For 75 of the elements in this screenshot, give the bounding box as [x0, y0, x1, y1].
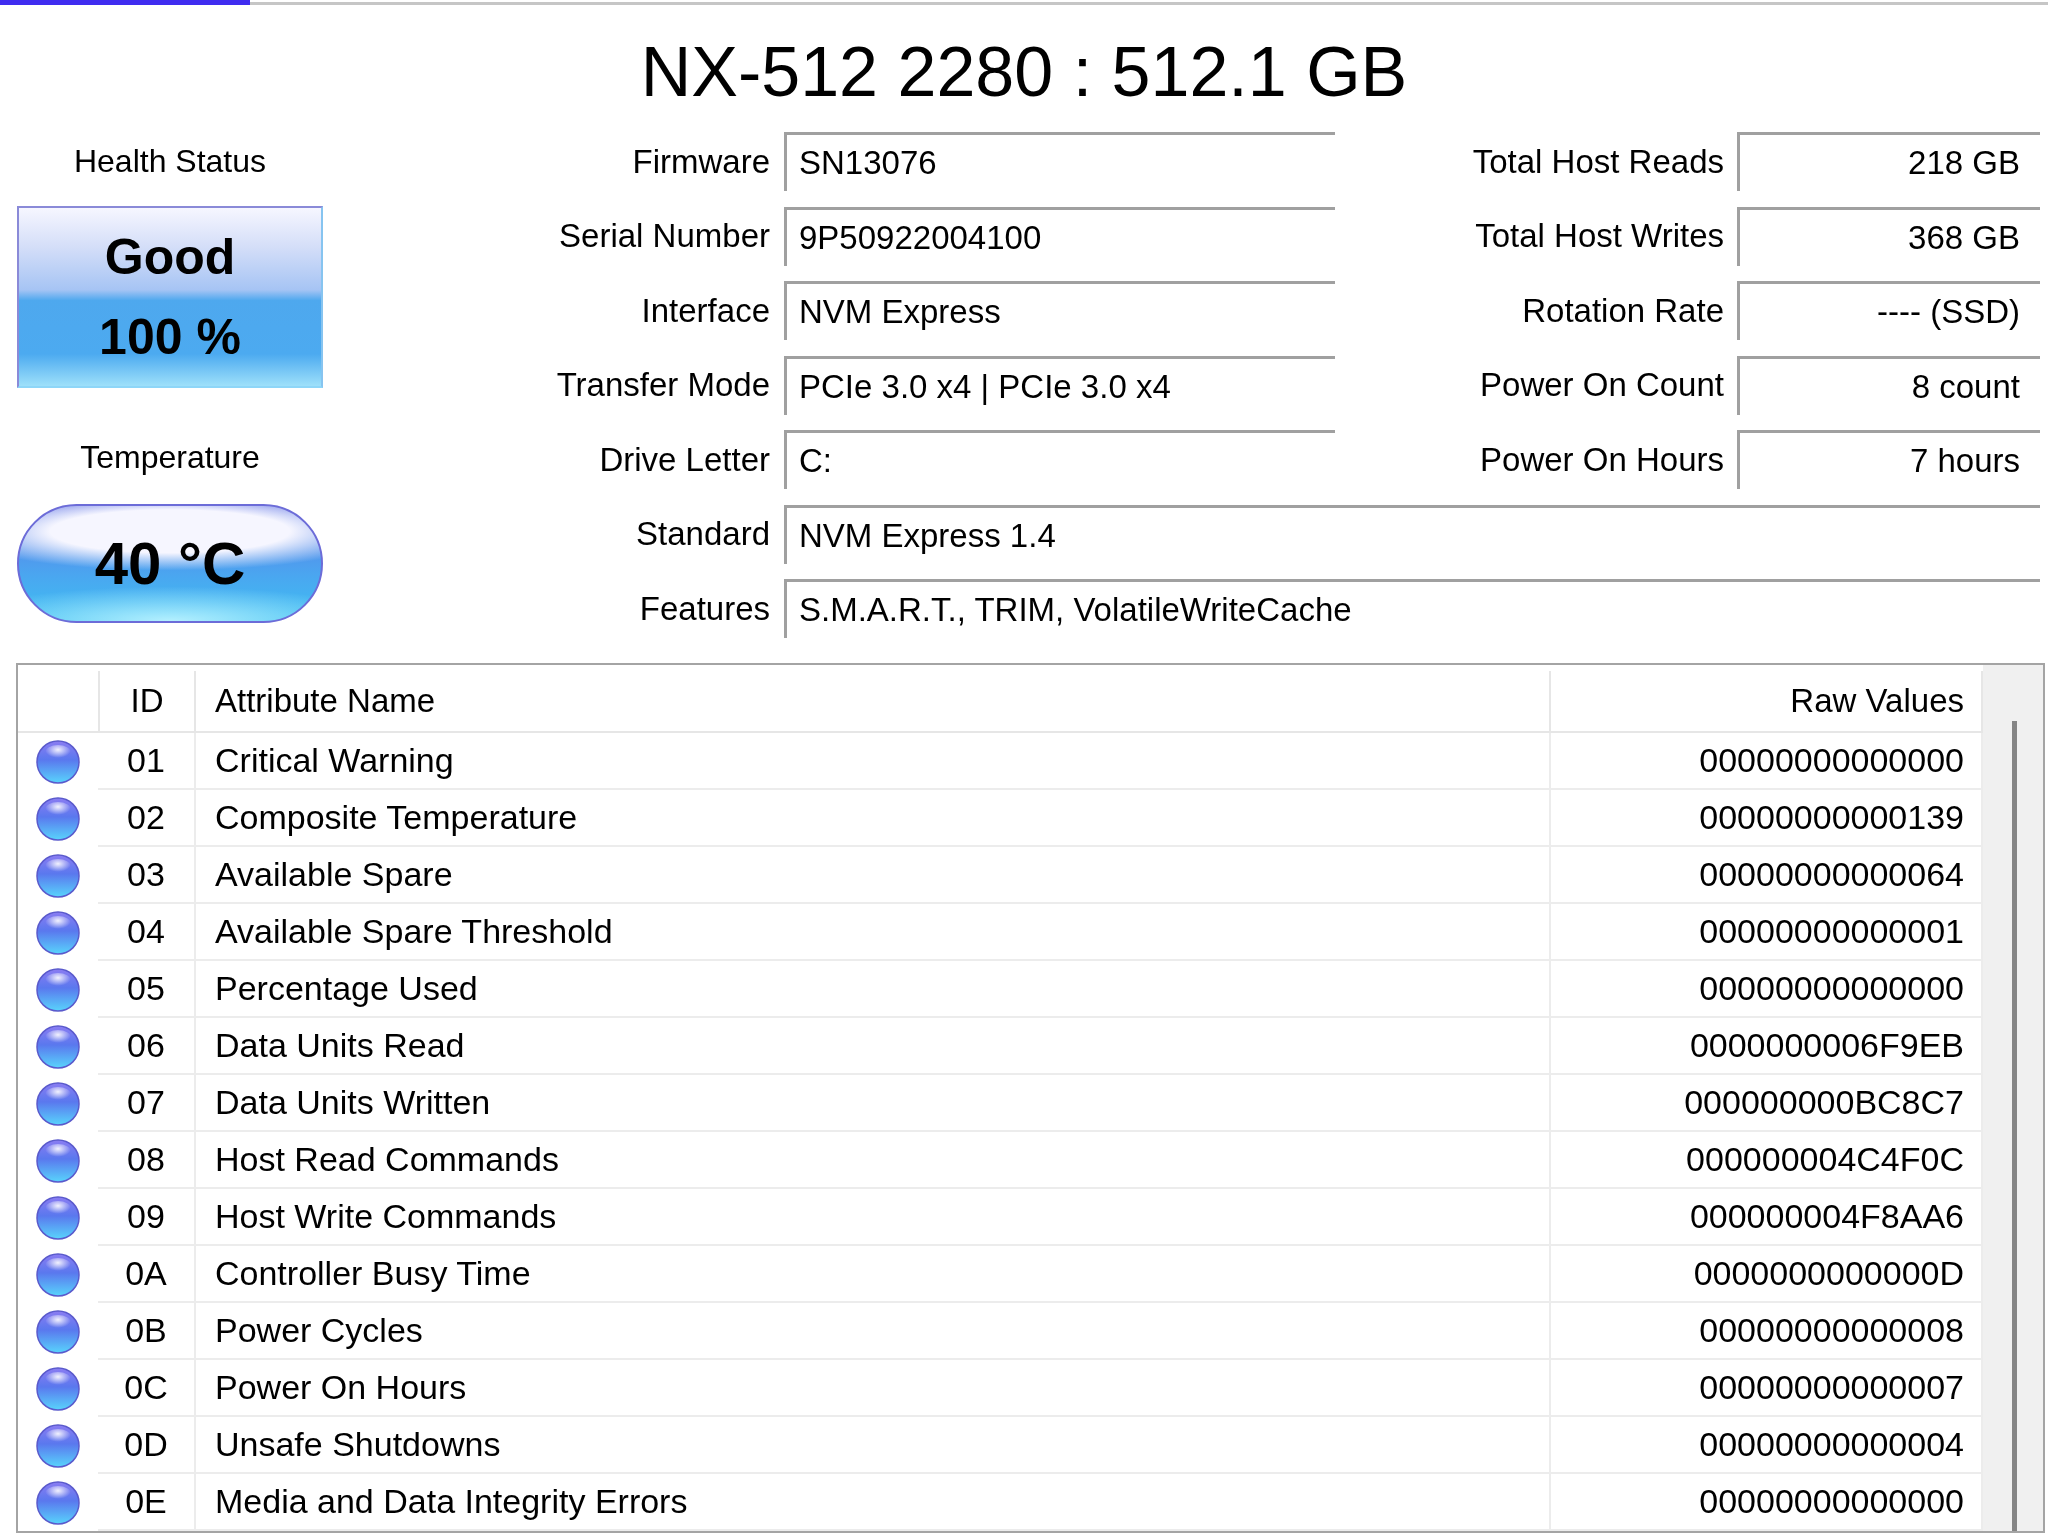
attribute-id: 01	[98, 733, 196, 790]
status-dot-icon	[36, 1423, 80, 1468]
value-field: 9P50922004100	[784, 206, 1335, 266]
attribute-name: Available Spare	[196, 847, 1551, 904]
field-label: Power On Hours	[1479, 439, 1725, 480]
attribute-id: 07	[98, 1075, 196, 1132]
field-label: Total Host Writes	[1474, 216, 1725, 256]
status-dot-icon	[36, 1024, 80, 1069]
status-dot-icon	[36, 739, 80, 784]
attribute-name: Host Read Commands	[196, 1132, 1551, 1189]
attribute-name: Critical Warning	[196, 733, 1551, 790]
status-dot-icon	[36, 796, 80, 841]
column-header[interactable]: Attribute Name	[196, 671, 1551, 731]
field-label: Firmware	[631, 141, 771, 182]
value-field: 8 count	[1737, 355, 2040, 415]
drive-title: NX-512 2280 : 512.1 GB	[640, 32, 1408, 113]
attribute-id: 02	[98, 790, 196, 847]
status-dot-icon	[36, 1081, 80, 1126]
attribute-name: Power Cycles	[196, 1303, 1551, 1360]
status-dot-icon	[36, 1480, 80, 1525]
value-field: S.M.A.R.T., TRIM, VolatileWriteCache	[784, 579, 2040, 638]
field-label: Rotation Rate	[1521, 290, 1725, 331]
value-field: PCIe 3.0 x4 | PCIe 3.0 x4	[784, 355, 1335, 415]
scrollbar-thumb[interactable]	[2012, 721, 2017, 1531]
field-label: Interface	[640, 290, 771, 331]
value-field: 218 GB	[1737, 132, 2040, 191]
field-label: Drive Letter	[598, 439, 771, 480]
attribute-name: Data Units Read	[196, 1018, 1551, 1075]
attribute-id: 0C	[98, 1360, 196, 1417]
field-label: Power On Count	[1479, 365, 1725, 405]
attribute-id: 04	[98, 904, 196, 961]
value-field: ---- (SSD)	[1737, 281, 2040, 340]
value-field: C:	[784, 430, 1335, 489]
column-header[interactable]: ID	[98, 671, 196, 731]
field-label: Serial Number	[558, 216, 771, 256]
value-field: 368 GB	[1737, 206, 2040, 266]
status-dot-icon	[36, 1366, 80, 1411]
attribute-id: 09	[98, 1189, 196, 1246]
attribute-id: 08	[98, 1132, 196, 1189]
temperature-button[interactable]: 40 °C	[17, 504, 323, 623]
attribute-name: Unsafe Shutdowns	[196, 1417, 1551, 1474]
attribute-id: 06	[98, 1018, 196, 1075]
status-dot-icon	[36, 910, 80, 955]
attribute-id: 0B	[98, 1303, 196, 1360]
attribute-id: 0A	[98, 1246, 196, 1303]
status-dot-icon	[36, 1195, 80, 1240]
field-label: Features	[638, 588, 771, 629]
status-dot-icon	[36, 967, 80, 1012]
field-label: Transfer Mode	[555, 365, 771, 405]
attribute-id: 0E	[98, 1474, 196, 1531]
attribute-name: Media and Data Integrity Errors	[196, 1474, 1551, 1531]
section-label: Temperature	[80, 438, 260, 477]
field-label: Standard	[635, 514, 771, 554]
status-dot-icon	[36, 1252, 80, 1297]
attribute-id: 0D	[98, 1417, 196, 1474]
status-dot-icon	[36, 1138, 80, 1183]
attribute-name: Available Spare Threshold	[196, 904, 1551, 961]
attribute-name: Data Units Written	[196, 1075, 1551, 1132]
value-field: 7 hours	[1737, 430, 2040, 489]
attribute-name: Power On Hours	[196, 1360, 1551, 1417]
field-label: Total Host Reads	[1471, 141, 1725, 182]
value-field: SN13076	[784, 132, 1335, 191]
attribute-id: 05	[98, 961, 196, 1018]
attribute-name: Percentage Used	[196, 961, 1551, 1018]
scrollbar[interactable]	[1983, 665, 2043, 1531]
value-field: NVM Express 1.4	[784, 504, 2040, 564]
status-dot-icon	[36, 853, 80, 898]
status-dot-icon	[36, 1309, 80, 1354]
health-status-button[interactable]: Good 100 %	[17, 206, 323, 388]
value-field: NVM Express	[784, 281, 1335, 340]
attribute-name: Controller Busy Time	[196, 1246, 1551, 1303]
attribute-id: 03	[98, 847, 196, 904]
attribute-name: Composite Temperature	[196, 790, 1551, 847]
section-label: Health Status	[73, 142, 267, 181]
attribute-name: Host Write Commands	[196, 1189, 1551, 1246]
